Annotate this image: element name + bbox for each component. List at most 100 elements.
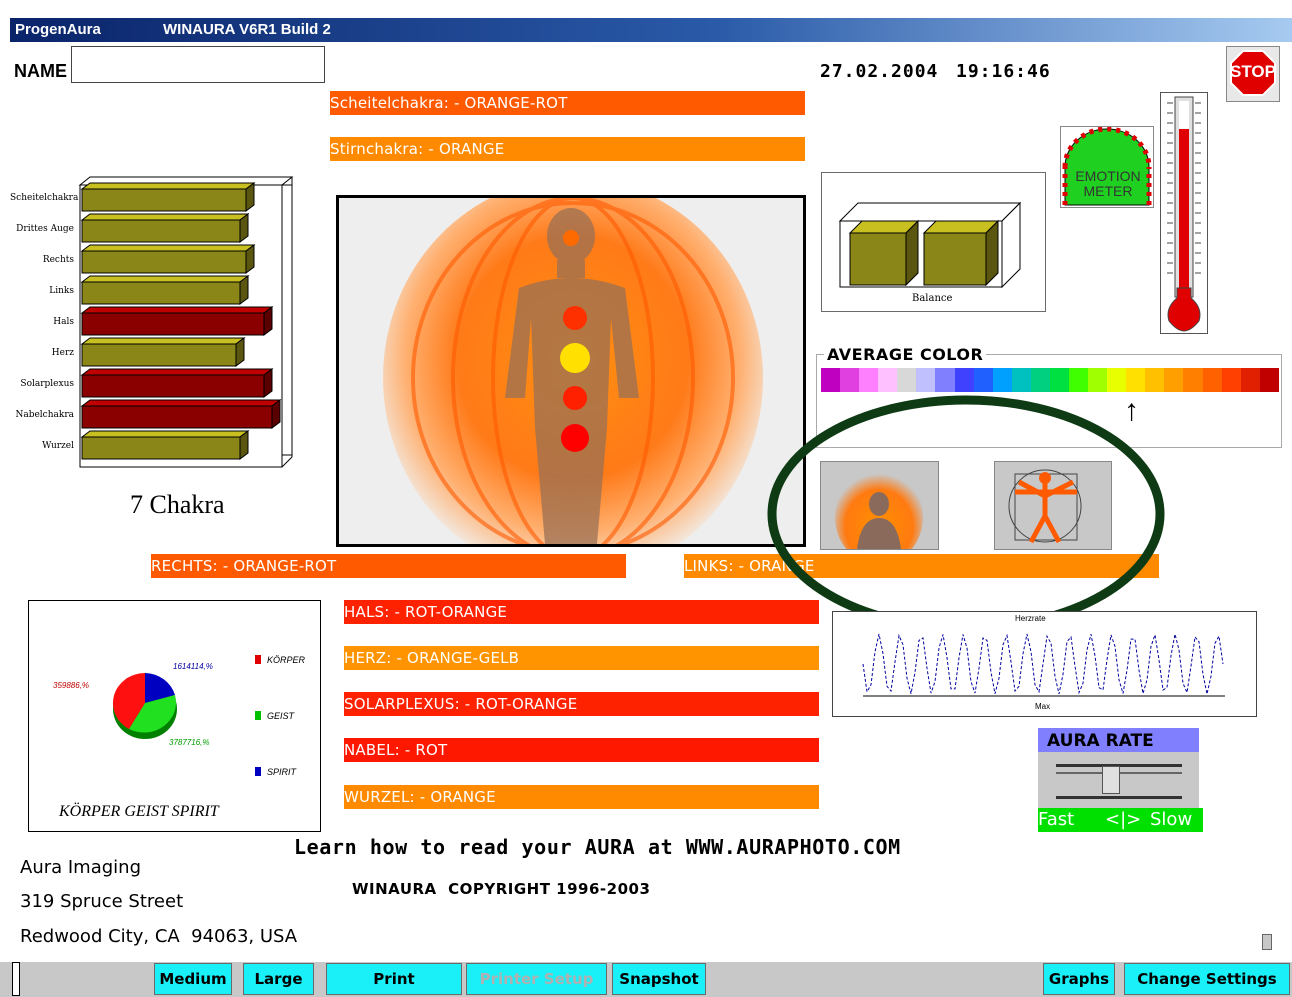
pie-legend-geist: GEIST — [267, 711, 295, 721]
time-display: 19:16:46 — [956, 61, 1051, 82]
app-name: ProgenAura — [15, 21, 101, 38]
stirn-chakra-bar: Stirnchakra: - ORANGE — [330, 137, 805, 161]
large-button[interactable]: Large — [243, 963, 314, 995]
spectrum-swatch — [1145, 368, 1165, 392]
left-border — [0, 14, 10, 997]
pie-legend-koerper: KÖRPER — [267, 655, 306, 665]
pie-label-green: 3787716,% — [169, 738, 210, 747]
chakra-bar — [80, 275, 250, 305]
stop-button[interactable]: STOP — [1226, 46, 1280, 102]
balance-label: Balance — [912, 293, 953, 304]
average-color-title: AVERAGE COLOR — [824, 345, 987, 364]
medium-button[interactable]: Medium — [154, 963, 232, 995]
aura-rate-title: AURA RATE — [1038, 728, 1199, 752]
address-line-3: Redwood City, CA 94063, USA — [20, 926, 298, 947]
spectrum-swatch — [973, 368, 993, 392]
color-spectrum — [821, 368, 1279, 392]
aura-rate-slow: Slow — [1150, 809, 1193, 830]
highlight-ellipse — [767, 395, 1165, 633]
spectrum-swatch — [897, 368, 917, 392]
spectrum-swatch — [1221, 368, 1241, 392]
chakra-bar — [80, 213, 250, 243]
pie-legend-spirit: SPIRIT — [267, 767, 297, 777]
resize-handle[interactable] — [1262, 934, 1272, 950]
spectrum-swatch — [878, 368, 898, 392]
emotion-label-2: METER — [1083, 183, 1133, 199]
date-display: 27.02.2004 — [820, 61, 939, 82]
spectrum-swatch — [1240, 368, 1260, 392]
chakra-chart-label: Wurzel — [42, 441, 74, 451]
wave-graphic — [862, 633, 1225, 697]
learn-link[interactable]: Learn how to read your AURA at WWW.AURAP… — [294, 835, 901, 859]
title-bar: ProgenAura WINAURA V6R1 Build 2 — [10, 18, 1292, 42]
address-line-2: 319 Spruce Street — [20, 891, 184, 912]
pie-chart: 359886,% 1614114,% 3787716,% KÖRPER GEIS… — [28, 600, 321, 832]
herz-bar: HERZ: - ORANGE-GELB — [344, 646, 819, 670]
chakra-chart-label: Drittes Auge — [16, 224, 74, 234]
spectrum-swatch — [1259, 368, 1279, 392]
thermometer — [1160, 92, 1208, 334]
pie-label-red: 359886,% — [53, 681, 90, 690]
emotion-label-1: EMOTION — [1075, 168, 1141, 184]
chakra-bar — [80, 306, 274, 336]
spectrum-swatch — [916, 368, 936, 392]
chakra-chart-label: Solarplexus — [20, 379, 74, 389]
chakra-chart-frame — [78, 176, 294, 468]
chakra-bar — [80, 399, 282, 429]
chakra-chart-label: Hals — [53, 317, 74, 327]
chakra-bar — [80, 368, 274, 398]
address-line-1: Aura Imaging — [20, 857, 142, 878]
spectrum-swatch — [935, 368, 955, 392]
spectrum-swatch — [1049, 368, 1070, 392]
spectrum-swatch — [1126, 368, 1146, 392]
wurzel-bar: WURZEL: - ORANGE — [344, 785, 819, 809]
copyright-text: WINAURA COPYRIGHT 1996-2003 — [352, 880, 651, 898]
spectrum-swatch — [1011, 368, 1031, 392]
spectrum-swatch — [1202, 368, 1222, 392]
spectrum-swatch — [1069, 368, 1089, 392]
wave-chart-title: Herzrate — [1015, 614, 1046, 623]
spectrum-swatch — [821, 368, 841, 392]
spectrum-swatch — [859, 368, 879, 392]
spectrum-swatch — [1107, 368, 1127, 392]
change-settings-button[interactable]: Change Settings — [1124, 963, 1290, 995]
left-scroll-handle[interactable] — [12, 962, 20, 996]
name-input[interactable] — [71, 46, 325, 83]
graphs-button[interactable]: Graphs — [1043, 963, 1115, 995]
spectrum-swatch — [954, 368, 974, 392]
printer-setup-button[interactable]: Printer Setup — [466, 963, 607, 995]
emotion-meter: EMOTION METER — [1060, 126, 1154, 208]
aura-photo — [336, 195, 806, 547]
aura-rate-mid: <|> — [1105, 809, 1142, 830]
chakra-bar — [80, 244, 256, 274]
name-label: NAME — [14, 61, 67, 81]
scheitel-chakra-bar: Scheitelchakra: - ORANGE-ROT — [330, 91, 805, 115]
chakra-chart-label: Rechts — [42, 255, 74, 265]
wave-chart: Herzrate Max — [832, 611, 1257, 717]
spectrum-swatch — [1164, 368, 1184, 392]
chakra-chart-label: Links — [49, 286, 74, 296]
top-border — [0, 0, 1292, 14]
chakra-chart-label: Scheitelchakra — [10, 193, 79, 203]
spectrum-swatch — [1088, 368, 1108, 392]
spectrum-swatch — [1030, 368, 1050, 392]
balance-bars — [838, 201, 1022, 289]
aura-rate-fast: Fast — [1038, 809, 1075, 830]
rechts-bar: RECHTS: - ORANGE-ROT — [151, 554, 626, 578]
chakra-bar — [80, 337, 246, 367]
chakra-bar — [80, 182, 256, 212]
aura-rate-scale: Fast <|> Slow — [1038, 808, 1203, 832]
print-button[interactable]: Print — [326, 963, 462, 995]
chakra-chart-title: 7 Chakra — [130, 490, 225, 519]
nabel-bar: NABEL: - ROT — [344, 738, 819, 762]
aura-rate-slider-thumb[interactable] — [1102, 766, 1120, 794]
solarplexus-bar: SOLARPLEXUS: - ROT-ORANGE — [344, 692, 819, 716]
chakra-chart: Scheitelchakra Drittes Auge Rechts Links Hal… — [10, 175, 300, 475]
spectrum-swatch — [992, 368, 1012, 392]
chakra-chart-label: Herz — [51, 348, 74, 358]
thermometer-graphic — [1167, 96, 1201, 332]
chakra-bar — [80, 430, 250, 460]
snapshot-button[interactable]: Snapshot — [612, 963, 706, 995]
spectrum-swatch — [840, 368, 860, 392]
aura-rate-slider[interactable] — [1038, 752, 1199, 808]
